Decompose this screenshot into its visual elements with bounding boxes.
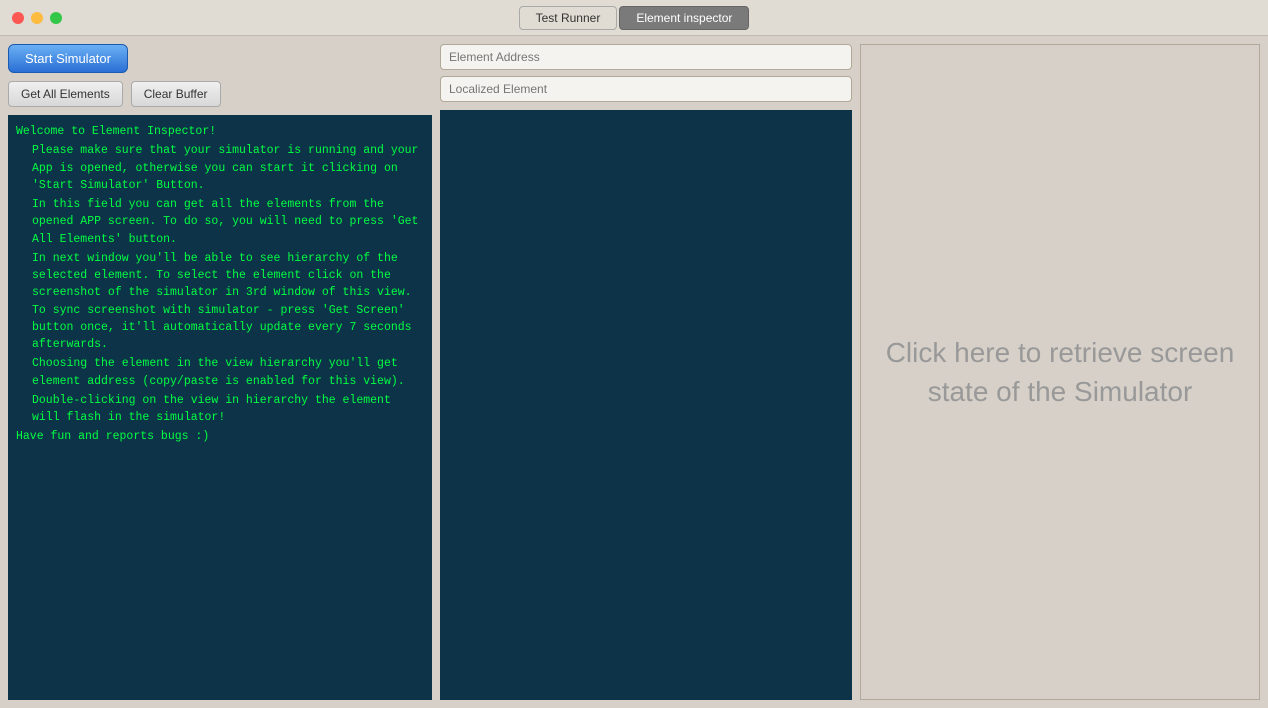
log-line: In next window you'll be able to see hie… [16,250,424,354]
log-line: Please make sure that your simulator is … [16,142,424,194]
window-controls [12,12,62,24]
simulator-placeholder-text: Click here to retrieve screen state of t… [861,313,1259,431]
close-button[interactable] [12,12,24,24]
log-area: Welcome to Element Inspector! Please make… [8,115,432,700]
right-panel: Click here to retrieve screen state of t… [860,36,1268,708]
maximize-button[interactable] [50,12,62,24]
second-row-controls: Get All Elements Clear Buffer [8,81,432,107]
log-line: Welcome to Element Inspector! [16,123,424,140]
log-line: Double-clicking on the view in hierarchy… [16,392,424,427]
minimize-button[interactable] [31,12,43,24]
element-address-input[interactable] [440,44,852,70]
tab-test-runner[interactable]: Test Runner [519,6,618,30]
log-line: Choosing the element in the view hierarc… [16,355,424,390]
main-content: Start Simulator Get All Elements Clear B… [0,36,1268,708]
middle-panel [440,36,860,708]
get-all-elements-button[interactable]: Get All Elements [8,81,123,107]
element-tree [440,110,852,700]
title-bar: Test Runner Element inspector [0,0,1268,36]
simulator-click-area[interactable]: Click here to retrieve screen state of t… [860,44,1260,700]
localized-element-input[interactable] [440,76,852,102]
element-inputs [440,44,852,102]
log-line: Have fun and reports bugs :) [16,428,424,445]
tab-group: Test Runner Element inspector [519,6,750,30]
tab-element-inspector[interactable]: Element inspector [619,6,749,30]
clear-buffer-button[interactable]: Clear Buffer [131,81,221,107]
top-controls: Start Simulator [8,44,432,73]
log-line: In this field you can get all the elemen… [16,196,424,248]
left-panel: Start Simulator Get All Elements Clear B… [0,36,440,708]
start-simulator-button[interactable]: Start Simulator [8,44,128,73]
